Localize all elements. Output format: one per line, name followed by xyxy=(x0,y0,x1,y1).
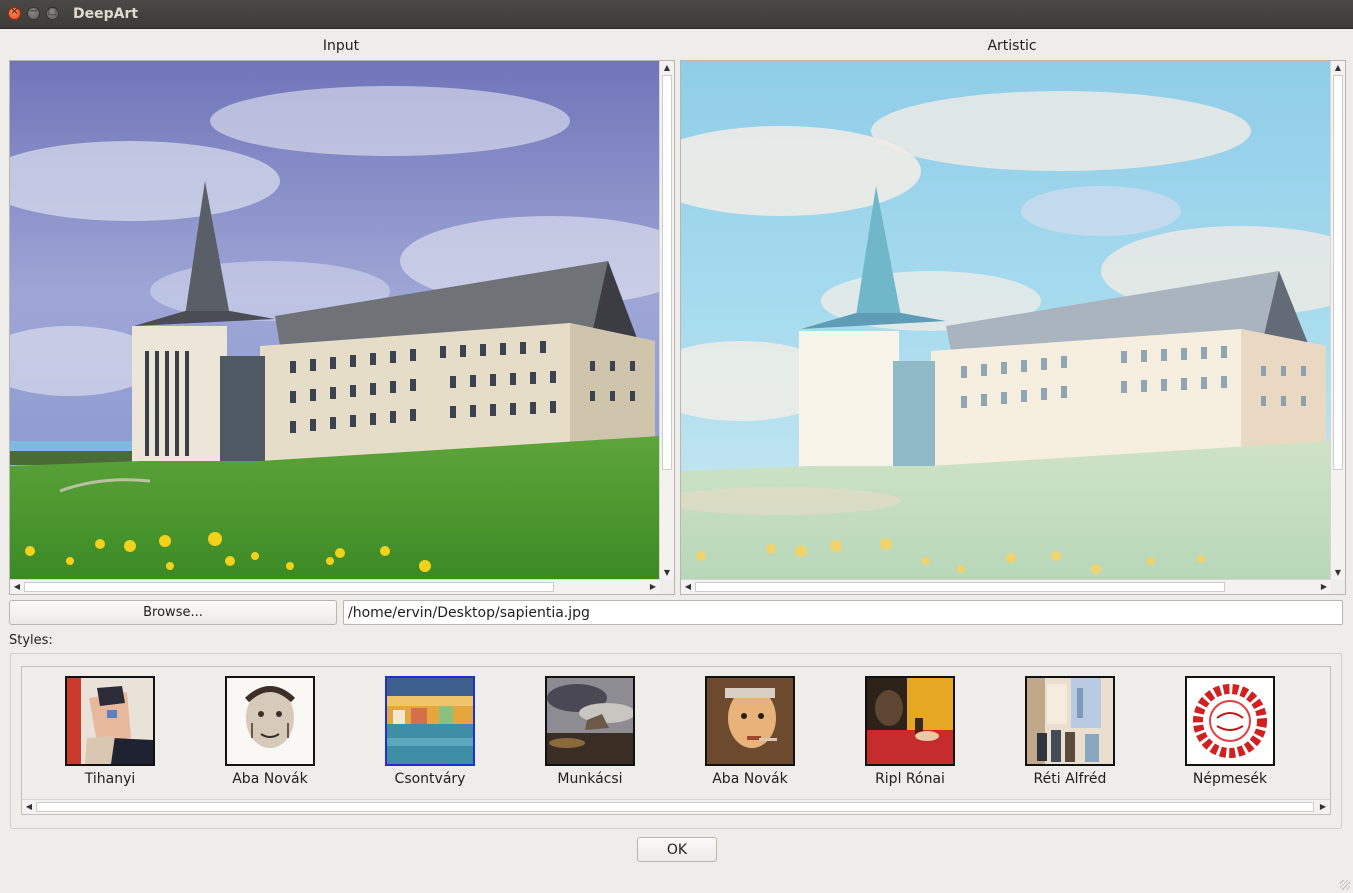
style-name: Réti Alfréd xyxy=(1033,771,1107,787)
styles-label: Styles: xyxy=(9,633,53,648)
style-name: Tihanyi xyxy=(84,771,136,787)
style-item-aba-novak-1[interactable]: Aba Novák xyxy=(205,676,335,787)
scroll-right-icon[interactable]: ▶ xyxy=(646,580,660,594)
style-name: Aba Novák xyxy=(232,771,308,787)
styles-hscroll-thumb[interactable] xyxy=(36,802,1314,812)
style-name: Népmesék xyxy=(1192,771,1268,787)
maximize-window-button[interactable]: □ xyxy=(46,6,59,20)
style-thumbnail[interactable] xyxy=(1025,676,1115,766)
artistic-image-panel: ▲ ▼ ◀ ▶ xyxy=(680,60,1346,595)
scroll-left-icon[interactable]: ◀ xyxy=(681,580,695,594)
input-panel-label: Input xyxy=(322,38,360,54)
scroll-down-icon[interactable]: ▼ xyxy=(660,566,674,580)
browse-button[interactable]: Browse... xyxy=(9,600,337,625)
minimize-icon: − xyxy=(29,6,38,17)
style-thumbnail[interactable] xyxy=(225,676,315,766)
scroll-right-icon[interactable]: ▶ xyxy=(1316,800,1330,814)
ok-button[interactable]: OK xyxy=(637,837,717,862)
file-path-input[interactable] xyxy=(343,600,1343,625)
input-image xyxy=(10,61,660,580)
scroll-up-icon[interactable]: ▲ xyxy=(1331,61,1345,75)
scroll-right-icon[interactable]: ▶ xyxy=(1317,580,1331,594)
artistic-vertical-scrollbar[interactable]: ▲ ▼ xyxy=(1330,61,1345,580)
style-name: Aba Novák xyxy=(712,771,788,787)
window-title: DeepArt xyxy=(73,6,139,22)
style-item-tihanyi[interactable]: Tihanyi xyxy=(45,676,175,787)
close-icon: × xyxy=(10,6,19,17)
input-vscroll-thumb[interactable] xyxy=(662,75,672,470)
artistic-image xyxy=(681,61,1331,580)
artistic-panel-label: Artistic xyxy=(987,38,1037,54)
style-thumbnail-selected[interactable] xyxy=(385,676,475,766)
scroll-left-icon[interactable]: ◀ xyxy=(22,800,36,814)
style-thumbnail[interactable] xyxy=(65,676,155,766)
style-item-reti-alfred[interactable]: Réti Alfréd xyxy=(1005,676,1135,787)
resize-grip-icon[interactable] xyxy=(1340,880,1350,890)
style-name: Ripl Rónai xyxy=(875,771,945,787)
style-item-csontvary[interactable]: Csontváry xyxy=(365,676,495,787)
style-item-aba-novak-2[interactable]: Aba Novák xyxy=(685,676,815,787)
input-image-panel: ▲ ▼ ◀ ▶ xyxy=(9,60,675,595)
input-horizontal-scrollbar[interactable]: ◀ ▶ xyxy=(10,579,660,594)
input-vertical-scrollbar[interactable]: ▲ ▼ xyxy=(659,61,674,580)
scroll-up-icon[interactable]: ▲ xyxy=(660,61,674,75)
maximize-icon: □ xyxy=(47,6,58,17)
scroll-corner xyxy=(1331,580,1345,594)
styles-horizontal-scrollbar[interactable]: ◀ ▶ xyxy=(22,799,1330,814)
title-bar: × − □ DeepArt xyxy=(0,0,1353,29)
style-thumbnail[interactable] xyxy=(865,676,955,766)
style-thumbnail[interactable] xyxy=(545,676,635,766)
scroll-corner xyxy=(660,580,674,594)
style-item-ripl-ronai[interactable]: Ripl Rónai xyxy=(845,676,975,787)
style-name: Munkácsi xyxy=(557,771,623,787)
scroll-down-icon[interactable]: ▼ xyxy=(1331,566,1345,580)
style-item-munkacsi[interactable]: Munkácsi xyxy=(525,676,655,787)
style-thumbnail[interactable] xyxy=(1185,676,1275,766)
artistic-hscroll-thumb[interactable] xyxy=(695,582,1225,592)
style-item-nepmesek[interactable]: Népmesék xyxy=(1165,676,1295,787)
style-thumbnail[interactable] xyxy=(705,676,795,766)
style-name: Csontváry xyxy=(394,771,466,787)
scroll-left-icon[interactable]: ◀ xyxy=(10,580,24,594)
minimize-window-button[interactable]: − xyxy=(27,6,40,20)
artistic-vscroll-thumb[interactable] xyxy=(1333,75,1343,470)
input-photo-graphic xyxy=(10,61,660,580)
styles-list[interactable]: Tihanyi Aba Novák Csontváry Munkácsi Aba… xyxy=(21,666,1331,815)
input-hscroll-thumb[interactable] xyxy=(24,582,554,592)
artistic-horizontal-scrollbar[interactable]: ◀ ▶ xyxy=(681,579,1331,594)
artistic-photo-graphic xyxy=(681,61,1331,580)
close-window-button[interactable]: × xyxy=(8,6,21,20)
